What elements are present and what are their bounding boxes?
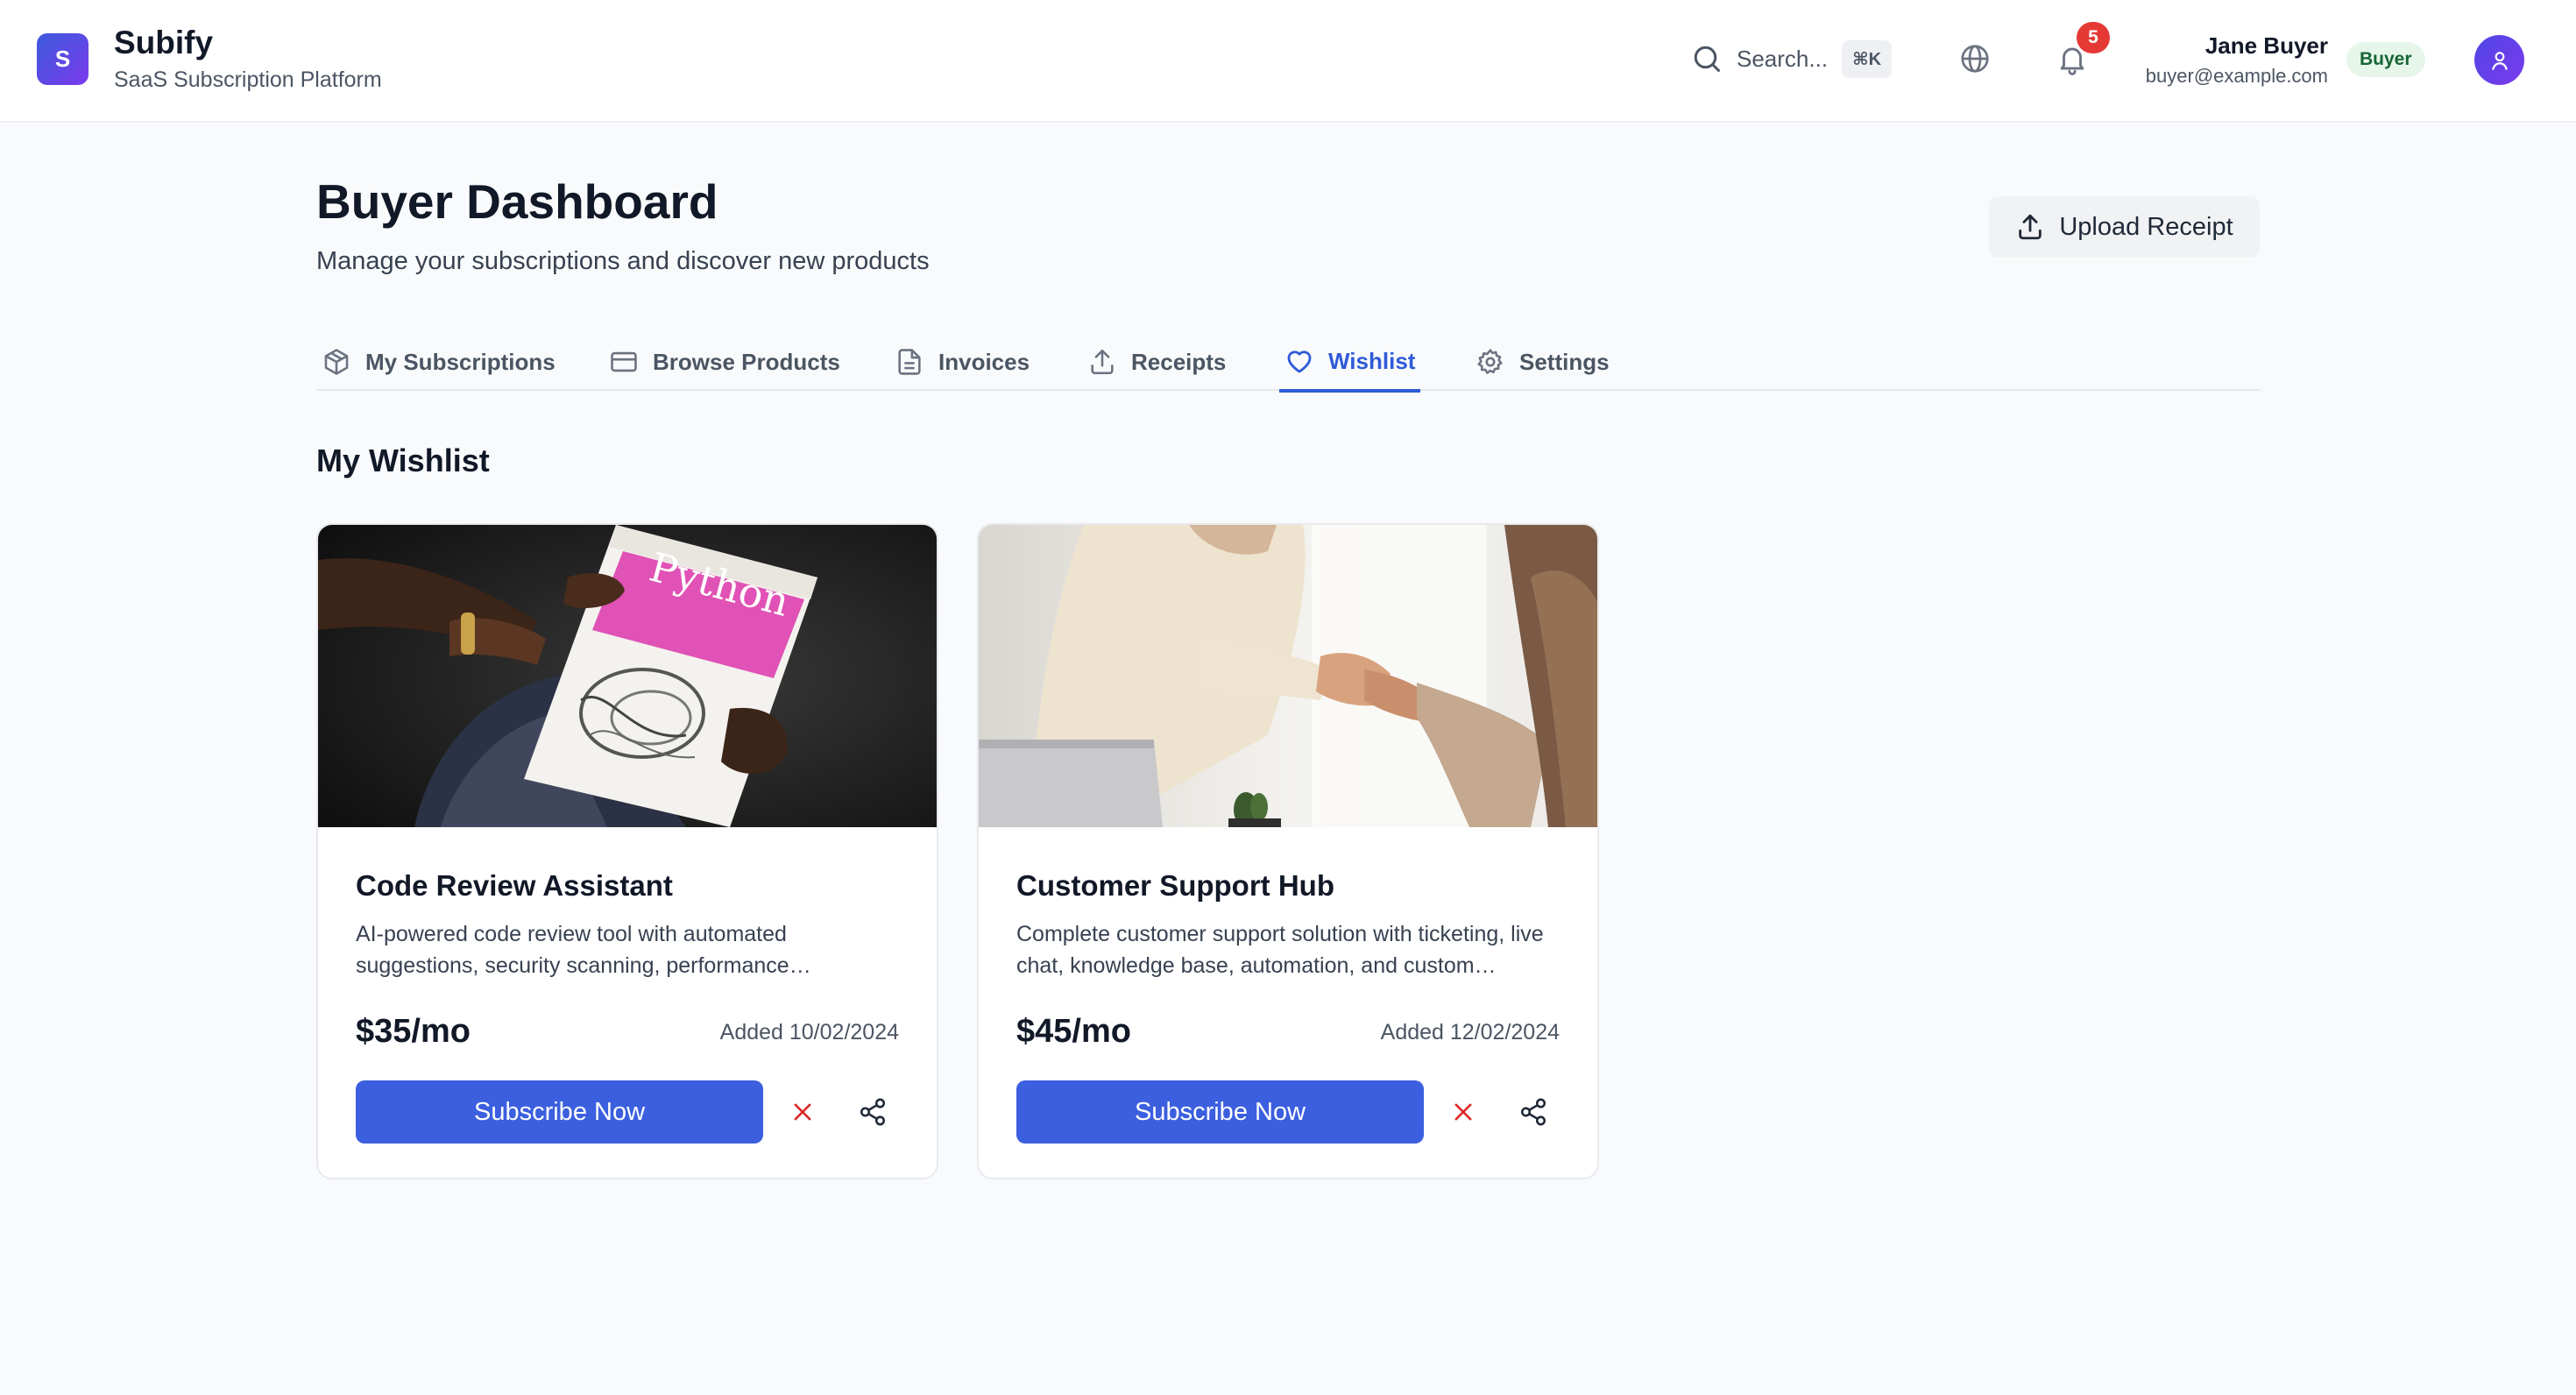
search-icon bbox=[1694, 46, 1720, 72]
product-description: Complete customer support solution with … bbox=[1016, 922, 1544, 978]
notification-count-badge: 5 bbox=[2077, 22, 2110, 53]
user-icon bbox=[2491, 51, 2508, 70]
product-image: Python bbox=[318, 525, 937, 827]
tab-label: My Subscriptions bbox=[365, 348, 556, 375]
logo-letter: S bbox=[54, 46, 71, 72]
tab-label: Wishlist bbox=[1328, 347, 1416, 374]
subscribe-button[interactable]: Subscribe Now bbox=[356, 1080, 763, 1144]
share-icon bbox=[1520, 1098, 1546, 1126]
page-title: Buyer Dashboard bbox=[316, 174, 718, 229]
share-button[interactable] bbox=[853, 1093, 892, 1131]
user-avatar[interactable] bbox=[2474, 35, 2524, 85]
tab-label: Browse Products bbox=[653, 348, 840, 375]
subscribe-button[interactable]: Subscribe Now bbox=[1016, 1080, 1424, 1144]
remove-from-wishlist-button[interactable] bbox=[783, 1093, 822, 1131]
close-icon bbox=[1454, 1103, 1472, 1121]
file-text-icon bbox=[898, 349, 921, 375]
app-logo[interactable]: S bbox=[37, 33, 88, 85]
product-price: $45/mo bbox=[1016, 1013, 1131, 1050]
tab-label: Settings bbox=[1519, 348, 1610, 375]
tab-my-subscriptions[interactable]: My Subscriptions bbox=[316, 333, 561, 391]
page-subtitle: Manage your subscriptions and discover n… bbox=[316, 247, 930, 275]
package-icon bbox=[324, 349, 349, 375]
added-date: Added 12/02/2024 bbox=[1380, 1020, 1560, 1044]
app-name: Subify bbox=[114, 25, 214, 60]
heart-icon bbox=[1287, 351, 1312, 373]
share-icon bbox=[860, 1098, 886, 1126]
upload-receipt-button[interactable]: Upload Receipt bbox=[1989, 196, 2260, 258]
python-book-photo: Python bbox=[318, 525, 937, 827]
close-icon bbox=[794, 1103, 811, 1121]
tab-label: Receipts bbox=[1131, 348, 1227, 375]
tab-wishlist[interactable]: Wishlist bbox=[1279, 333, 1421, 393]
credit-card-icon bbox=[611, 351, 637, 372]
tab-receipts[interactable]: Receipts bbox=[1082, 333, 1231, 391]
user-name: Jane Buyer bbox=[2204, 32, 2328, 59]
role-badge: Buyer bbox=[2346, 42, 2425, 77]
globe-icon bbox=[1961, 45, 1989, 73]
tab-invoices[interactable]: Invoices bbox=[889, 333, 1035, 391]
product-image bbox=[979, 525, 1597, 827]
added-date: Added 10/02/2024 bbox=[719, 1020, 899, 1044]
user-email: buyer@example.com bbox=[2145, 65, 2328, 87]
product-name: Customer Support Hub bbox=[1016, 869, 1334, 902]
wishlist-card: Customer Support Hub Complete customer s… bbox=[977, 523, 1599, 1179]
upload-icon bbox=[2019, 214, 2042, 240]
share-button[interactable] bbox=[1514, 1093, 1553, 1131]
language-button[interactable] bbox=[1951, 35, 1999, 82]
gear-icon bbox=[1477, 349, 1503, 374]
top-header: S Subify SaaS Subscription Platform Sear… bbox=[0, 0, 2576, 123]
tab-browse-products[interactable]: Browse Products bbox=[604, 333, 846, 391]
wishlist-card: Python Code Review Assistant AI-powered … bbox=[316, 523, 938, 1179]
handshake-photo bbox=[979, 525, 1597, 827]
tab-label: Invoices bbox=[938, 348, 1030, 375]
search-placeholder: Search... bbox=[1737, 45, 1829, 72]
dashboard-tabs: My Subscriptions Browse Products Invoice… bbox=[316, 333, 2261, 393]
tab-settings[interactable]: Settings bbox=[1470, 333, 1615, 391]
product-name: Code Review Assistant bbox=[356, 869, 673, 902]
search-shortcut-hint: ⌘K bbox=[1842, 39, 1893, 78]
remove-from-wishlist-button[interactable] bbox=[1444, 1093, 1483, 1131]
product-price: $35/mo bbox=[356, 1013, 471, 1050]
app-tagline: SaaS Subscription Platform bbox=[114, 67, 382, 92]
section-title: My Wishlist bbox=[316, 443, 490, 478]
upload-receipt-label: Upload Receipt bbox=[2059, 212, 2233, 241]
search-trigger[interactable]: Search... ⌘K bbox=[1691, 37, 1893, 81]
product-description: AI-powered code review tool with automat… bbox=[356, 922, 811, 978]
upload-icon bbox=[1091, 349, 1114, 375]
